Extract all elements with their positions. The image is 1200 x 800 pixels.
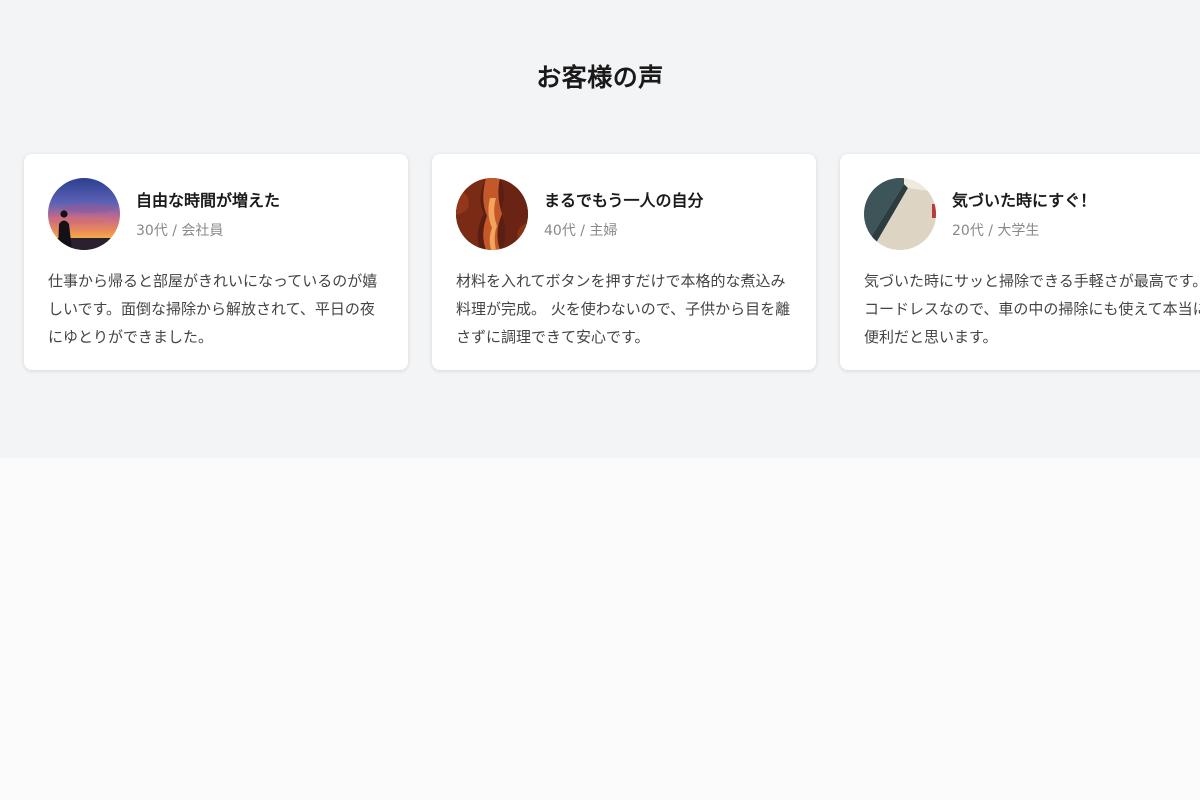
- testimonial-title: 気づいた時にすぐ！: [952, 191, 1097, 210]
- avatar: [48, 178, 120, 250]
- wall-corner-photo-icon: [864, 178, 936, 250]
- testimonial-text: 仕事から帰ると部屋がきれいになっているのが嬉しいです。面倒な掃除から解放されて、…: [48, 272, 378, 346]
- testimonial-text: 気づいた時にサッと掃除できる手軽さが最高です。 コードレスなので、車の中の掃除に…: [864, 272, 1200, 346]
- testimonials-section: お客様の声 自由な時間が増えた 30代 / 会社員 仕事から帰ると部屋がきれいに…: [0, 0, 1200, 458]
- testimonial-title: まるでもう一人の自分: [544, 191, 704, 210]
- testimonial-card: 自由な時間が増えた 30代 / 会社員 仕事から帰ると部屋がきれいになっているの…: [24, 154, 408, 370]
- testimonial-title: 自由な時間が増えた: [136, 191, 281, 210]
- testimonial-card: 気づいた時にすぐ！ 20代 / 大学生 気づいた時にサッと掃除できる手軽さが最高…: [840, 154, 1200, 370]
- testimonial-meta: 40代 / 主婦: [544, 223, 618, 239]
- avatar: [456, 178, 528, 250]
- section-title: お客様の声: [536, 63, 664, 92]
- testimonial-card: まるでもう一人の自分 40代 / 主婦 材料を入れてボタンを押すだけで本格的な煮…: [432, 154, 816, 370]
- testimonial-text: 材料を入れてボタンを押すだけで本格的な煮込み料理が完成。 火を使わないので、子供…: [456, 272, 791, 346]
- testimonial-meta: 20代 / 大学生: [952, 223, 1040, 239]
- canyon-photo-icon: [456, 178, 528, 250]
- testimonial-meta: 30代 / 会社員: [136, 223, 224, 239]
- sunset-silhouette-photo-icon: [48, 178, 120, 250]
- avatar: [864, 178, 936, 250]
